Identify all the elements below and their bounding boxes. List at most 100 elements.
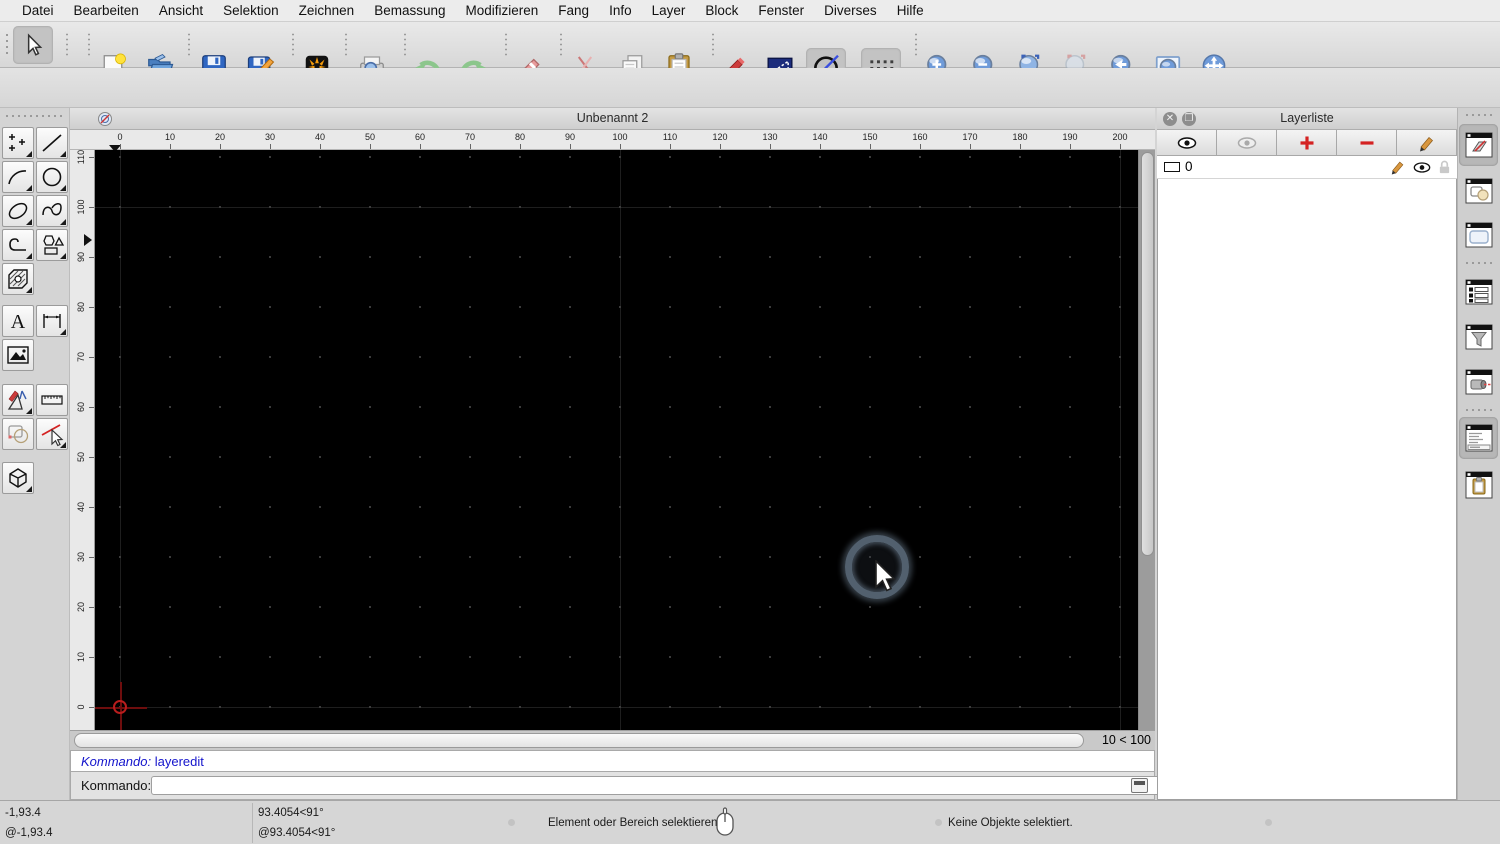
- modify-tool-button[interactable]: [2, 384, 34, 416]
- command-prompt-row: Kommando:: [70, 772, 1197, 800]
- ellipse-tool-button[interactable]: [2, 195, 34, 227]
- command-history: Kommando: layeredit: [70, 750, 1155, 772]
- ruler-label: 200: [1112, 132, 1128, 142]
- ruler-label: 170: [962, 132, 978, 142]
- menu-item[interactable]: Selektion: [213, 3, 289, 18]
- line-tool-button[interactable]: [36, 127, 68, 159]
- ruler-label: 20: [214, 132, 225, 142]
- mouse-cursor-icon: [875, 560, 896, 592]
- menu-item[interactable]: Layer: [642, 3, 696, 18]
- status-hint: Element oder Bereich selektieren: [548, 817, 718, 829]
- main-toolbar: SVG: [0, 22, 1500, 86]
- spline-tool-button[interactable]: [36, 195, 68, 227]
- select-arrow-button[interactable]: [13, 26, 53, 64]
- dock-selection-list-button[interactable]: [1459, 271, 1498, 313]
- command-input[interactable]: [151, 776, 1197, 795]
- command-line-panel-icon: [1465, 424, 1492, 452]
- modify-attributes-tool-button[interactable]: [36, 418, 68, 450]
- menu-item[interactable]: Diverses: [814, 3, 887, 18]
- menu-item[interactable]: Modifizieren: [456, 3, 549, 18]
- document-titlebar[interactable]: Unbenannt 2: [70, 108, 1155, 130]
- app-window: Datei Bearbeiten Ansicht Selektion Zeichnen B…: [0, 0, 1500, 844]
- hatch-tool-button[interactable]: [2, 263, 34, 295]
- tool-palette: A: [0, 108, 70, 800]
- menu-item[interactable]: Hilfe: [887, 3, 934, 18]
- eye-icon[interactable]: [1413, 161, 1431, 174]
- lock-icon[interactable]: [1438, 160, 1451, 175]
- vertical-scrollbar[interactable]: [1138, 150, 1155, 730]
- document-title: Unbenannt 2: [576, 111, 649, 125]
- ruler-label: 100: [612, 132, 628, 142]
- remove-layer-button[interactable]: [1337, 130, 1397, 156]
- menu-item[interactable]: Bearbeiten: [64, 3, 149, 18]
- add-layer-button[interactable]: [1277, 130, 1337, 156]
- ruler-label: 10: [76, 652, 86, 663]
- layer-row[interactable]: 0: [1157, 156, 1457, 179]
- dimension-tool-button[interactable]: [36, 305, 68, 337]
- v-scroll-thumb[interactable]: [1141, 152, 1154, 556]
- hide-all-layers-button[interactable]: [1217, 130, 1277, 156]
- menu-item[interactable]: Fang: [548, 3, 599, 18]
- dock-command-line-button[interactable]: [1459, 417, 1498, 459]
- info-tool-button[interactable]: [2, 418, 34, 450]
- layer-list-panel-icon: [1465, 132, 1492, 158]
- pencil-icon[interactable]: [1390, 159, 1406, 175]
- menu-item[interactable]: Ansicht: [149, 3, 213, 18]
- drawing-canvas[interactable]: [95, 150, 1138, 730]
- polyline-tool-button[interactable]: [2, 229, 34, 261]
- ruler-label: 50: [364, 132, 375, 142]
- v-ruler-marker: [84, 234, 92, 246]
- dock-layer-list-button[interactable]: [1459, 124, 1498, 166]
- point-tool-button[interactable]: [2, 127, 34, 159]
- menu-item[interactable]: Zeichnen: [289, 3, 365, 18]
- coordinate-relative: @-1,93.4: [5, 827, 53, 839]
- shape-tool-button[interactable]: [36, 229, 68, 261]
- ruler-label: 150: [862, 132, 878, 142]
- ruler-label: 40: [76, 502, 86, 513]
- checklist-panel-icon: [1465, 279, 1492, 305]
- viewport-tool-button[interactable]: [2, 462, 34, 494]
- dock-block-list-button[interactable]: [1459, 170, 1498, 212]
- minus-icon: [1360, 140, 1373, 145]
- menu-item[interactable]: Datei: [12, 3, 64, 18]
- grid-status: 10 < 100: [1101, 733, 1151, 747]
- edit-layer-button[interactable]: [1397, 130, 1457, 156]
- eye-icon: [1177, 136, 1196, 149]
- ruler-label: 190: [1062, 132, 1078, 142]
- dock-projector-button[interactable]: [1459, 361, 1498, 403]
- mouse-hint-icon: [716, 807, 734, 836]
- origin-marker-icon: [113, 700, 127, 714]
- library-panel-icon: [1465, 222, 1492, 248]
- ruler-label: 160: [912, 132, 928, 142]
- text-tool-button[interactable]: A: [2, 305, 34, 337]
- ruler-label: 90: [76, 252, 86, 263]
- ruler-label: 60: [76, 402, 86, 413]
- menu-item[interactable]: Bemassung: [364, 3, 455, 18]
- horizontal-ruler: 0 10 20 30 40 50 60 70 80 90 100 110 120 130 140 150 160…: [70, 130, 1155, 152]
- ruler-label: 130: [762, 132, 778, 142]
- menu-item[interactable]: Fenster: [748, 3, 814, 18]
- dock-clipboard-button[interactable]: [1459, 464, 1498, 506]
- command-detach-button[interactable]: [1131, 778, 1148, 793]
- h-scroll-thumb[interactable]: [74, 733, 1084, 748]
- svg-text:A: A: [11, 311, 26, 333]
- dock-library-button[interactable]: [1459, 214, 1498, 256]
- ruler-label: 110: [662, 132, 678, 142]
- layer-panel: [1157, 108, 1457, 800]
- circle-tool-button[interactable]: [36, 161, 68, 193]
- menu-item[interactable]: Info: [599, 3, 642, 18]
- dock-filter-button[interactable]: [1459, 316, 1498, 358]
- measure-tool-button[interactable]: [36, 384, 68, 416]
- layer-panel-titlebar[interactable]: ✕ ❐ Layerliste: [1157, 108, 1457, 130]
- show-all-layers-button[interactable]: [1157, 130, 1217, 156]
- ruler-label: 10: [164, 132, 175, 142]
- horizontal-scrollbar[interactable]: 10 < 100: [70, 730, 1155, 750]
- toolbar-handle: [6, 32, 8, 58]
- ruler-label: 90: [564, 132, 575, 142]
- menu-item[interactable]: Block: [695, 3, 748, 18]
- command-prompt-label: Kommando:: [81, 778, 152, 793]
- command-history-value: layeredit: [154, 754, 204, 769]
- ruler-label: 40: [314, 132, 325, 142]
- arc-tool-button[interactable]: [2, 161, 34, 193]
- image-tool-button[interactable]: [2, 339, 34, 371]
